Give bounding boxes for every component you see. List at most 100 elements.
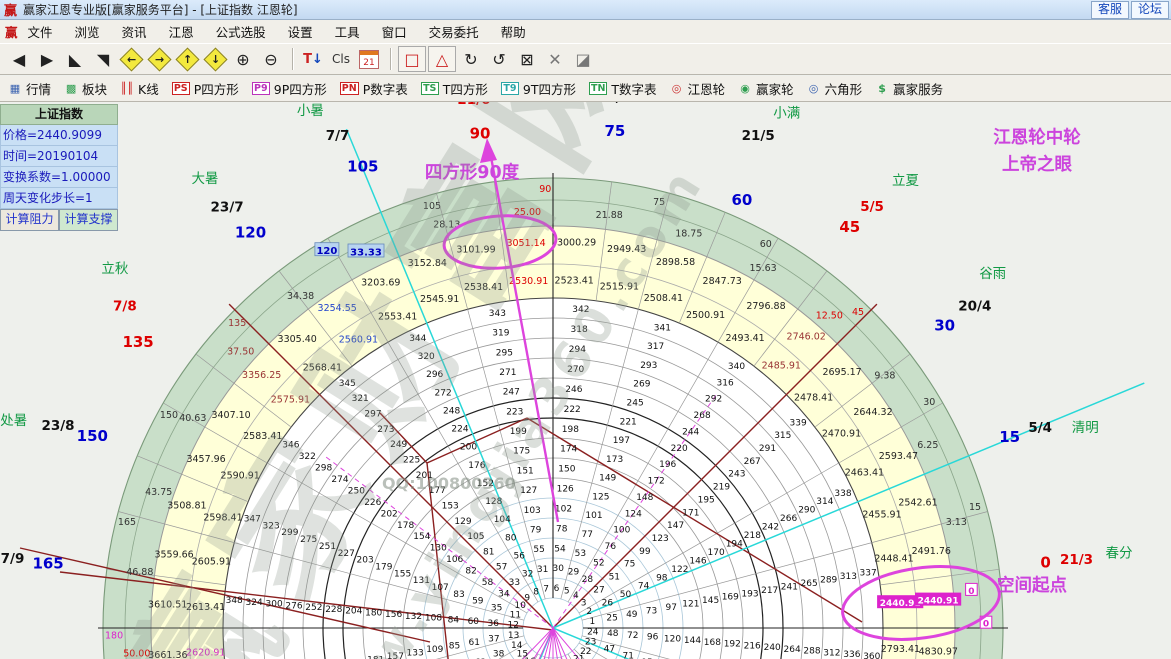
p-number-table-button[interactable]: PNP数字表 — [340, 79, 408, 98]
winner-service-icon: $ — [875, 82, 889, 95]
svg-text:288: 288 — [803, 647, 820, 657]
svg-text:132: 132 — [405, 612, 422, 622]
svg-text:217: 217 — [761, 586, 778, 596]
quotes-icon: ▦ — [8, 82, 22, 95]
menu-item-文件[interactable]: 文件 — [28, 22, 53, 41]
svg-text:249: 249 — [390, 440, 407, 450]
nav-prev-button[interactable]: ◀ — [6, 47, 32, 71]
rotate-ccw-button[interactable]: ↺ — [486, 47, 512, 71]
svg-text:108: 108 — [425, 614, 442, 624]
menu-item-工具[interactable]: 工具 — [335, 22, 360, 41]
winner-service-button[interactable]: $赢家服务 — [875, 79, 943, 98]
menu-item-公式选股[interactable]: 公式选股 — [216, 22, 266, 41]
svg-text:3305.40: 3305.40 — [278, 334, 317, 345]
sectors-button[interactable]: ▩板块 — [64, 79, 107, 98]
svg-text:31: 31 — [537, 565, 548, 575]
9t-square-button[interactable]: T99T四方形 — [501, 79, 576, 98]
nav-next-button[interactable]: ▶ — [34, 47, 60, 71]
svg-text:336: 336 — [843, 650, 860, 659]
calendar-button[interactable]: 21 — [356, 47, 382, 71]
support-button[interactable]: 客服 — [1091, 1, 1129, 19]
svg-text:271: 271 — [499, 368, 516, 378]
svg-text:275: 275 — [300, 535, 317, 545]
svg-text:2605.91: 2605.91 — [192, 557, 231, 568]
9p-square-button[interactable]: P99P四方形 — [252, 79, 327, 98]
svg-text:105: 105 — [423, 201, 441, 212]
svg-text:96: 96 — [647, 633, 659, 643]
svg-text:3254.55: 3254.55 — [318, 303, 357, 314]
pan-left-button[interactable]: ← — [118, 47, 144, 71]
calc-support-button[interactable]: 计算支撑 — [59, 209, 118, 231]
nav-last-button[interactable]: ◥ — [90, 47, 116, 71]
svg-text:2560.91: 2560.91 — [339, 335, 378, 346]
svg-text:13: 13 — [508, 631, 519, 641]
nav-first-button[interactable]: ◣ — [62, 47, 88, 71]
p-square-button[interactable]: PSP四方形 — [172, 79, 239, 98]
zoom-in-button[interactable]: ⊕ — [230, 47, 256, 71]
svg-text:244: 244 — [682, 427, 699, 437]
kline-button[interactable]: ║║K线 — [120, 79, 159, 98]
pan-right-button[interactable]: → — [146, 47, 172, 71]
svg-text:154: 154 — [413, 532, 430, 542]
quotes-button[interactable]: ▦行情 — [8, 79, 51, 98]
svg-text:267: 267 — [744, 457, 761, 467]
t-number-table-button[interactable]: TNT数字表 — [589, 79, 657, 98]
panel-field-1: 时间=20190104 — [0, 146, 118, 167]
svg-text:3356.25: 3356.25 — [242, 370, 281, 381]
calc-resistance-button[interactable]: 计算阻力 — [0, 209, 59, 231]
svg-text:150: 150 — [160, 410, 178, 421]
square-tool-button[interactable]: □ — [398, 46, 426, 72]
svg-text:289: 289 — [820, 575, 837, 585]
menu-item-设置[interactable]: 设置 — [288, 22, 313, 41]
svg-text:174: 174 — [560, 445, 577, 455]
svg-text:2553.41: 2553.41 — [378, 312, 417, 323]
svg-text:247: 247 — [503, 388, 520, 398]
t-arrow-button[interactable]: T↓ — [300, 47, 326, 71]
menu-item-江恩[interactable]: 江恩 — [169, 22, 194, 41]
svg-text:202: 202 — [381, 509, 398, 519]
gann-wheel-icon: ◎ — [670, 82, 684, 95]
svg-text:125: 125 — [592, 492, 609, 502]
winner-wheel-button[interactable]: ◉赢家轮 — [738, 79, 794, 98]
svg-text:219: 219 — [713, 483, 730, 493]
svg-text:346: 346 — [282, 441, 299, 451]
gann-wheel-canvas[interactable]: 1234567891011121314151617181920212223242… — [0, 102, 1171, 659]
pan-up-button[interactable]: ↑ — [174, 47, 200, 71]
center-cross-button[interactable]: ✕ — [542, 47, 568, 71]
svg-text:128: 128 — [485, 497, 502, 507]
svg-text:250: 250 — [348, 486, 365, 496]
zoom-out-button[interactable]: ⊖ — [258, 47, 284, 71]
rotate-cw-button[interactable]: ↻ — [458, 47, 484, 71]
forum-button[interactable]: 论坛 — [1131, 1, 1169, 19]
box-select-button[interactable]: ⊠ — [514, 47, 540, 71]
menu-item-帮助[interactable]: 帮助 — [501, 22, 526, 41]
svg-text:147: 147 — [667, 521, 684, 531]
menu-item-交易委托[interactable]: 交易委托 — [429, 22, 479, 41]
svg-text:20/4: 20/4 — [958, 299, 991, 315]
chart-area[interactable]: 1234567891011121314151617181920212223242… — [0, 102, 1171, 659]
hexagon-button[interactable]: ◎六角形 — [807, 79, 863, 98]
svg-text:226: 226 — [364, 498, 381, 508]
svg-text:75: 75 — [604, 122, 625, 140]
panel-field-2: 变换系数=1.00000 — [0, 167, 118, 188]
svg-text:2620.91: 2620.91 — [186, 647, 225, 658]
svg-text:21/5: 21/5 — [742, 128, 775, 144]
gann-wheel-button[interactable]: ◎江恩轮 — [670, 79, 726, 98]
svg-text:2440.91: 2440.91 — [918, 597, 959, 607]
clear-draw-button[interactable]: ◪ — [570, 47, 596, 71]
triangle-tool-button[interactable]: △ — [428, 46, 456, 72]
menu-item-资讯[interactable]: 资讯 — [122, 22, 147, 41]
menu-logo-icon: 赢 — [5, 22, 18, 41]
pan-down-button[interactable]: ↓ — [202, 47, 228, 71]
menu-item-窗口[interactable]: 窗口 — [382, 22, 407, 41]
svg-text:345: 345 — [339, 379, 356, 389]
cls-button[interactable]: Cls — [328, 47, 354, 71]
svg-text:57: 57 — [496, 563, 507, 573]
svg-text:32: 32 — [522, 570, 533, 580]
menu-item-浏览[interactable]: 浏览 — [75, 22, 100, 41]
svg-text:75: 75 — [624, 560, 635, 570]
svg-text:立夏: 立夏 — [892, 173, 920, 189]
svg-text:3051.14: 3051.14 — [506, 238, 545, 249]
svg-text:2568.41: 2568.41 — [303, 362, 342, 373]
t-square-button[interactable]: TST四方形 — [421, 79, 488, 98]
